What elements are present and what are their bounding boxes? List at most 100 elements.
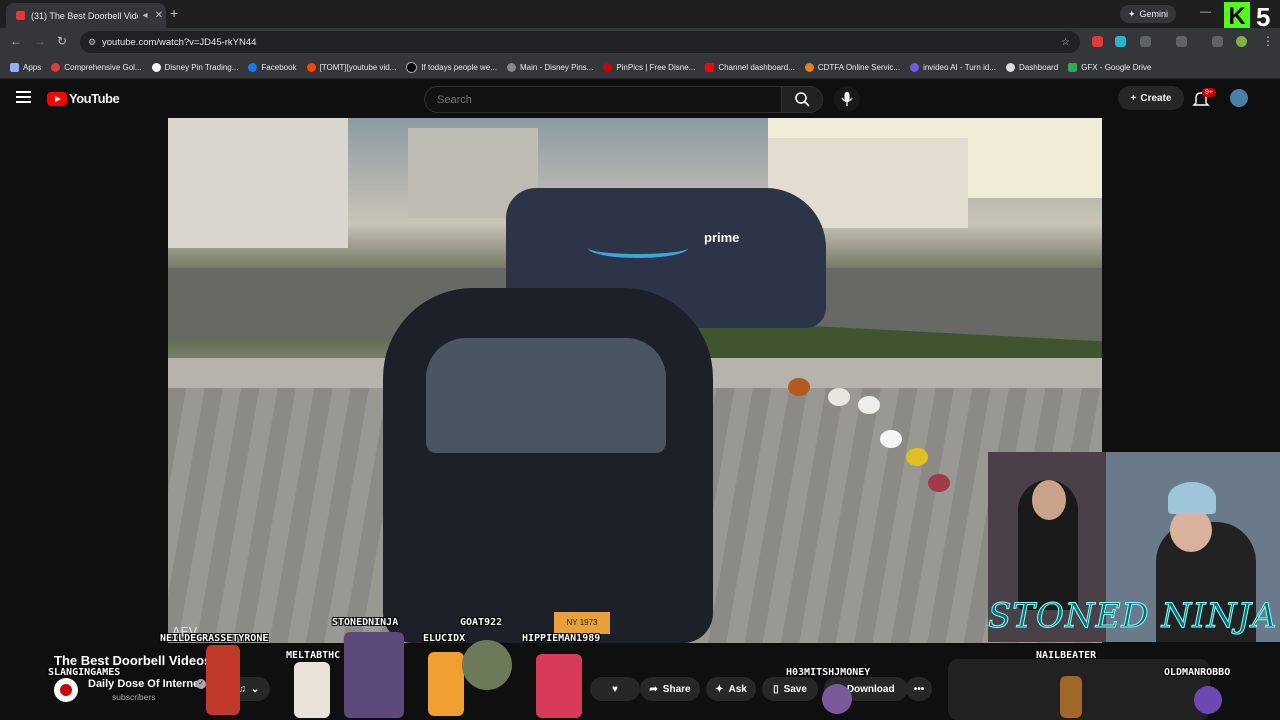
forward-icon[interactable]: → bbox=[34, 34, 46, 48]
ask-button[interactable]: ✦ Ask bbox=[706, 677, 756, 701]
viewer-name: OLDMANROBBO bbox=[1164, 667, 1231, 678]
youtube-wordmark: YouTube bbox=[69, 91, 120, 106]
create-label: Create bbox=[1140, 92, 1172, 104]
like-button[interactable]: ♥ bbox=[590, 677, 640, 701]
kebab-menu-icon[interactable]: ⋮ bbox=[1262, 34, 1274, 48]
bookmark-label: invideo AI - Turn id... bbox=[923, 62, 996, 72]
viewer-name: NAILBEATER bbox=[1036, 650, 1097, 661]
bookmark-item[interactable]: Main - Disney Pins... bbox=[506, 62, 593, 72]
video-house-left bbox=[168, 118, 348, 248]
account-avatar[interactable] bbox=[1230, 89, 1248, 107]
notification-badge: 9+ bbox=[1202, 88, 1216, 97]
viewer-name: H03MITSHJMONEY bbox=[786, 667, 871, 678]
tab-title: (31) The Best Doorbell Vide bbox=[31, 10, 138, 21]
bookmark-item[interactable]: [TOMT][youtube vid... bbox=[306, 62, 397, 72]
bookmark-item[interactable]: GFX - Google Drive bbox=[1068, 62, 1152, 72]
bookmark-item[interactable]: Comprehensive Gol... bbox=[51, 62, 142, 72]
van-smile-logo bbox=[588, 238, 688, 258]
viewer-sprite bbox=[1060, 676, 1082, 718]
viewer-name: HIPPIEMAN1989 bbox=[522, 633, 601, 644]
more-actions-button[interactable]: ••• bbox=[906, 677, 932, 701]
streamer-right-face bbox=[1170, 508, 1212, 552]
viewer-name: MELTABTHC bbox=[286, 650, 341, 661]
viewer-sprite bbox=[1194, 686, 1222, 714]
search-icon bbox=[795, 92, 810, 107]
voice-search-button[interactable] bbox=[834, 86, 860, 112]
bookmark-item[interactable]: invideo AI - Turn id... bbox=[910, 62, 996, 72]
google-drive-icon bbox=[1068, 62, 1078, 72]
sparkle-icon: ✦ bbox=[715, 683, 724, 695]
bookmark-item[interactable]: Facebook bbox=[248, 62, 297, 72]
share-button[interactable]: ➦ Share bbox=[640, 677, 700, 701]
bookmark-star-icon[interactable]: ☆ bbox=[1061, 37, 1070, 48]
van-prime-text: prime bbox=[704, 230, 740, 245]
bookmark-favicon-icon bbox=[603, 62, 613, 72]
bookmark-label: Channel dashboard... bbox=[718, 62, 795, 72]
subscriber-count: subscribers bbox=[112, 692, 156, 702]
close-tab-icon[interactable]: ✕ bbox=[152, 10, 166, 21]
search-button[interactable] bbox=[781, 86, 823, 113]
browser-tab[interactable]: (31) The Best Doorbell Vide ◂ ✕ bbox=[6, 3, 166, 28]
bookmark-item[interactable]: Disney Pin Trading... bbox=[151, 62, 239, 72]
address-bar[interactable]: ⚙ youtube.com/watch?v=JD45-rkYN44 ☆ bbox=[80, 31, 1080, 53]
viewer-sprite bbox=[294, 662, 330, 718]
speaker-icon[interactable]: ◂ bbox=[138, 10, 152, 21]
search-input[interactable] bbox=[435, 93, 739, 107]
search-box[interactable] bbox=[424, 86, 783, 113]
extension-icon[interactable] bbox=[1092, 36, 1103, 47]
menu-icon[interactable] bbox=[1212, 36, 1223, 47]
create-button[interactable]: + Create bbox=[1118, 86, 1184, 110]
streamer-left-face bbox=[1032, 480, 1066, 520]
video-player[interactable]: prime NY 1973 AEV bbox=[168, 118, 1102, 643]
channel-avatar[interactable] bbox=[54, 678, 78, 702]
minivan-windshield bbox=[426, 338, 666, 453]
viewer-sprite bbox=[822, 684, 852, 714]
gemini-button[interactable]: ✦ Gemini bbox=[1120, 5, 1177, 23]
puzzle-icon[interactable] bbox=[1140, 36, 1151, 47]
site-info-icon[interactable]: ⚙ bbox=[88, 37, 102, 48]
extension-icon[interactable] bbox=[1115, 36, 1126, 47]
channel-name[interactable]: Daily Dose Of Internet bbox=[88, 678, 203, 690]
bookmarks-bar: Apps Comprehensive Gol... Disney Pin Tra… bbox=[0, 56, 1280, 79]
reload-icon[interactable]: ↻ bbox=[57, 34, 67, 48]
tiktok-icon bbox=[406, 61, 418, 73]
more-icon: ••• bbox=[913, 683, 925, 695]
bookmark-item[interactable]: PinPics | Free Disne... bbox=[603, 62, 695, 72]
bookmark-label: Apps bbox=[23, 62, 42, 72]
bookmark-label: Disney Pin Trading... bbox=[164, 62, 239, 72]
apps-grid-icon bbox=[10, 62, 19, 72]
reddit-icon bbox=[306, 62, 316, 72]
back-icon[interactable]: ← bbox=[10, 34, 22, 48]
license-plate: NY 1973 bbox=[554, 612, 610, 634]
share-label: Share bbox=[662, 683, 691, 695]
bookmark-item[interactable]: CDTFA Online Servic... bbox=[804, 62, 900, 72]
new-tab-button[interactable]: + bbox=[170, 5, 178, 21]
youtube-logo[interactable]: YouTube bbox=[47, 91, 120, 106]
bookmark-item[interactable]: If todays people we... bbox=[406, 61, 497, 73]
viewer-name: NEILDEGRASSETYRONE bbox=[160, 633, 269, 644]
sidebar-icon[interactable] bbox=[1176, 36, 1187, 47]
video-title: The Best Doorbell Videos bbox=[54, 653, 212, 668]
bookmark-label: Facebook bbox=[261, 62, 297, 72]
minimize-icon[interactable]: — bbox=[1200, 6, 1211, 18]
bookmark-label: Dashboard bbox=[1019, 62, 1059, 72]
save-label: Save bbox=[783, 683, 807, 695]
gemini-icon: ✦ bbox=[1128, 8, 1136, 19]
youtube-play-icon bbox=[47, 91, 67, 106]
save-button[interactable]: ▯ Save bbox=[762, 677, 818, 701]
browser-tab-strip: (31) The Best Doorbell Vide ◂ ✕ + ✦ Gemi… bbox=[0, 0, 1280, 32]
profile-icon[interactable] bbox=[1236, 36, 1247, 47]
bookmark-label: [TOMT][youtube vid... bbox=[319, 62, 397, 72]
viewer-sprite bbox=[428, 652, 464, 716]
viewer-name: SLANGINGAMES bbox=[48, 667, 121, 678]
hamburger-menu-icon[interactable] bbox=[16, 91, 31, 103]
bookmark-item[interactable]: Dashboard bbox=[1006, 62, 1059, 72]
bookmark-label: If todays people we... bbox=[421, 62, 497, 72]
bookmark-label: GFX - Google Drive bbox=[1081, 62, 1152, 72]
bookmark-favicon-icon bbox=[910, 62, 920, 72]
bookmark-item[interactable]: Apps bbox=[10, 62, 42, 72]
youtube-icon bbox=[705, 62, 715, 72]
bookmark-item[interactable]: Channel dashboard... bbox=[705, 62, 795, 72]
chevron-down-icon: ⌄ bbox=[251, 683, 260, 695]
viewer-name: GOAT922 bbox=[460, 617, 503, 628]
